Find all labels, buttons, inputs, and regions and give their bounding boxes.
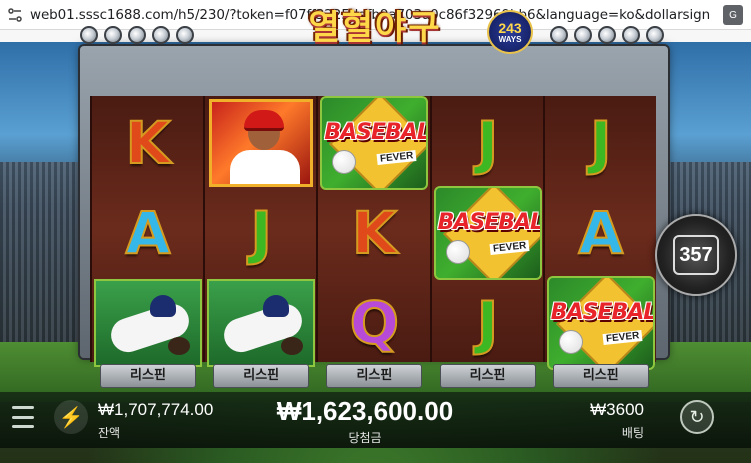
respin-button[interactable]: 리스핀 — [439, 364, 536, 388]
symbol-baseball-fever: BASEBALLFEVER — [320, 96, 429, 190]
light-icon — [598, 26, 616, 44]
stadium-lights-right — [550, 26, 664, 44]
reel-column: J 리스핀 — [203, 96, 317, 388]
reel-cell: J — [207, 188, 315, 278]
respin-button[interactable]: 리스핀 — [552, 364, 649, 388]
menu-icon[interactable] — [12, 406, 34, 428]
game-logo-text: 열혈야구 — [308, 7, 442, 48]
win-value: ₩1,623,600.00 — [276, 396, 454, 426]
runner-glove — [281, 337, 304, 355]
light-icon — [550, 26, 568, 44]
pitcher-body — [230, 150, 301, 184]
symbol-baseball-fever: BASEBALLFEVER — [433, 186, 542, 280]
reel-cell: A — [94, 188, 202, 278]
reel-cell — [207, 278, 316, 368]
respin-button[interactable]: 리스핀 — [326, 364, 423, 388]
bet-block[interactable]: ₩3600 배팅 — [572, 400, 644, 441]
baseball-title: BASEBALL — [550, 300, 653, 325]
pitcher-cap — [244, 110, 285, 131]
reel-column: K A 리스핀 — [90, 96, 204, 388]
reel-column: JA BASEBALLFEVER리스핀 — [542, 96, 656, 388]
runner-glove — [168, 337, 190, 355]
spin-icon[interactable]: ↻ — [680, 400, 714, 434]
win-block: ₩1,623,600.00 당첨금 — [240, 396, 490, 446]
ways-badge: 243 WAYS — [487, 10, 533, 54]
stadium-lights-left — [80, 26, 194, 44]
light-icon — [152, 26, 170, 44]
light-icon — [80, 26, 98, 44]
auto-spin-counter-button[interactable]: 357 — [655, 214, 737, 296]
baseball-icon — [332, 150, 357, 174]
symbol-j: J — [249, 198, 273, 268]
baseball-title: BASEBALL — [437, 210, 540, 235]
symbol-a: A — [577, 198, 624, 268]
symbol-j: J — [476, 108, 500, 178]
light-icon — [176, 26, 194, 44]
symbol-a: A — [125, 198, 172, 268]
respin-button[interactable]: 리스핀 — [100, 364, 196, 388]
light-icon — [128, 26, 146, 44]
reel-cell: BASEBALLFEVER — [433, 186, 542, 280]
ways-label: WAYS — [498, 34, 522, 44]
runner-helmet — [263, 295, 290, 317]
light-icon — [646, 26, 664, 44]
symbol-baseball-fever: BASEBALLFEVER — [546, 276, 655, 370]
reel-cell: J — [434, 278, 542, 368]
turbo-icon[interactable]: ⚡ — [54, 400, 88, 434]
symbol-sliding-runner — [94, 279, 202, 367]
runner-helmet — [150, 295, 176, 317]
light-icon — [574, 26, 592, 44]
symbol-k: K — [351, 198, 398, 268]
symbol-j: J — [589, 108, 613, 178]
respin-button[interactable]: 리스핀 — [213, 364, 310, 388]
translate-icon[interactable]: G — [723, 5, 743, 25]
baseball-title: BASEBALL — [324, 120, 426, 145]
game-logo: 열혈야구 — [265, 2, 485, 48]
bet-value: ₩3600 — [590, 400, 644, 419]
reel-cell: BASEBALLFEVER — [320, 96, 429, 190]
baseball-icon — [558, 330, 583, 354]
balance-label: 잔액 — [98, 426, 121, 440]
light-icon — [104, 26, 122, 44]
symbol-pitcher — [209, 99, 314, 187]
reel-cell — [207, 98, 315, 188]
reel-cell: J — [547, 98, 655, 188]
symbol-q: Q — [349, 288, 400, 358]
bet-label: 배팅 — [621, 426, 644, 440]
bottom-bar: ⚡ ₩1,707,774.00 잔액 ₩1,623,600.00 당첨금 ₩36… — [0, 392, 751, 448]
balance-value: ₩1,707,774.00 — [98, 400, 214, 419]
reel-column: BASEBALLFEVER KQ 리스핀 — [316, 96, 430, 388]
reel-column: J BASEBALLFEVER J 리스핀 — [429, 96, 543, 388]
auto-spin-counter: 357 — [673, 235, 719, 275]
light-icon — [622, 26, 640, 44]
symbol-k: K — [125, 108, 172, 178]
baseball-icon — [445, 240, 470, 264]
balance-block: ₩1,707,774.00 잔액 — [98, 400, 213, 441]
symbol-j: J — [476, 288, 500, 358]
symbol-sliding-runner — [207, 279, 316, 367]
site-settings-icon[interactable] — [0, 7, 30, 23]
win-label: 당첨금 — [348, 431, 382, 445]
reel-cell: BASEBALLFEVER — [546, 276, 655, 370]
reel-cell: Q — [320, 278, 428, 368]
reel-grid: KA리스핀J리스핀BASEBALLFEVERKQ리스핀JBASEBALLFEVE… — [90, 96, 656, 388]
ways-number: 243 — [498, 19, 522, 36]
reel-cell: A — [547, 188, 655, 278]
reel-cell: K — [94, 98, 202, 188]
reel-cell — [94, 278, 202, 368]
reel-cell: K — [320, 188, 428, 278]
reel-cell: J — [434, 98, 542, 188]
